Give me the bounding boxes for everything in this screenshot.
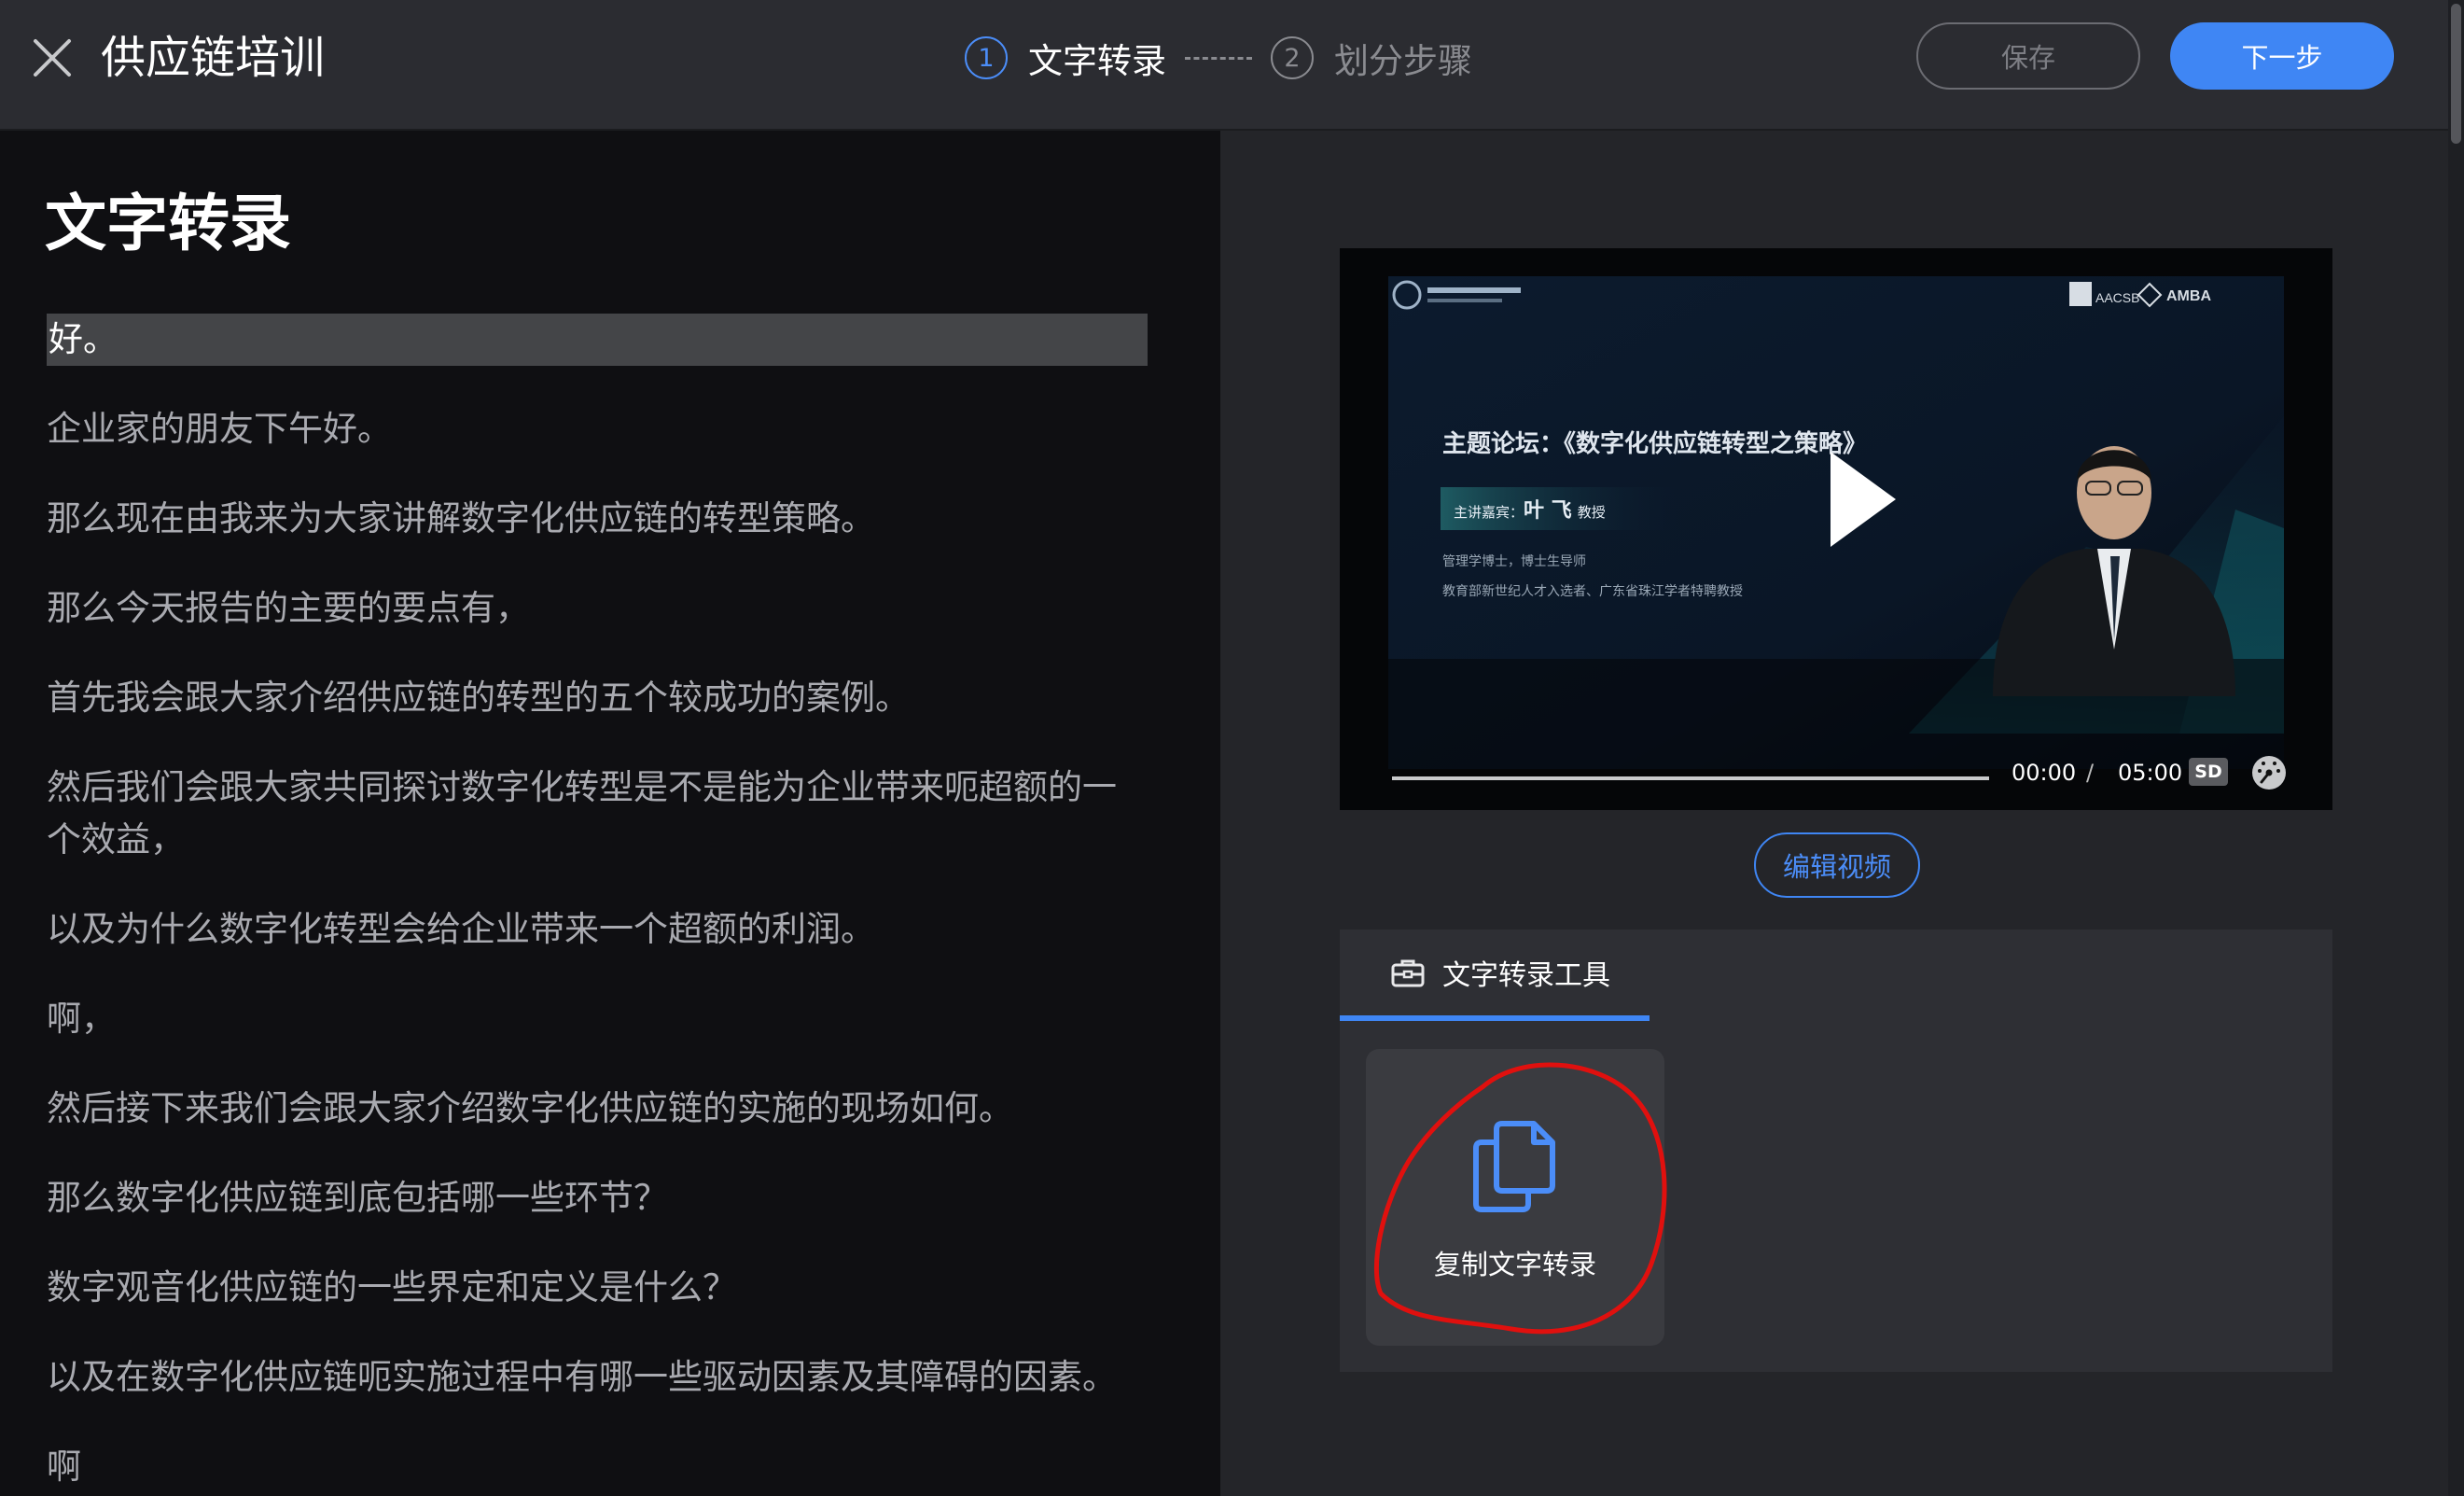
speed-gauge-icon[interactable]	[2250, 754, 2288, 791]
top-bar: 供应链培训 1 文字转录 2 划分步骤 保存 下一步	[0, 0, 2464, 131]
time-separator: /	[2086, 760, 2095, 786]
transcript-line[interactable]: 那么现在由我来为大家讲解数字化供应链的转型策略。	[47, 493, 1148, 545]
video-progress-bar[interactable]	[1392, 776, 1989, 780]
next-step-button[interactable]: 下一步	[2170, 22, 2394, 90]
transcript-list: 好。 企业家的朋友下午好。 那么现在由我来为大家讲解数字化供应链的转型策略。 那…	[47, 314, 1148, 1496]
transcript-line[interactable]: 那么今天报告的主要的要点有，	[47, 582, 1148, 635]
transcript-line[interactable]: 那么数字化供应链到底包括哪一些环节？	[47, 1172, 1148, 1224]
step-connector	[1185, 56, 1252, 60]
step-2-label: 划分步骤	[1334, 41, 1472, 81]
transcript-line[interactable]: 啊，	[47, 993, 1148, 1045]
copy-transcript-button[interactable]: 复制文字转录	[1366, 1049, 1664, 1346]
video-player[interactable]: AACSB AMBA 主题论坛：《数字化供应链转型之策略》 主讲嘉宾：叶 飞教授…	[1340, 248, 2332, 810]
slide-title: 主题论坛：《数字化供应链转型之策略》	[1442, 429, 1867, 458]
quality-button[interactable]: SD	[2189, 758, 2228, 786]
edit-video-button[interactable]: 编辑视频	[1754, 832, 1920, 898]
transcript-panel: 文字转录 好。 企业家的朋友下午好。 那么现在由我来为大家讲解数字化供应链的转型…	[0, 131, 1220, 1496]
aacsb-logo-icon	[2069, 282, 2092, 306]
total-time: 05:00	[2118, 760, 2183, 786]
aacsb-badge-text: AACSB	[2095, 290, 2139, 305]
current-time: 00:00	[2012, 760, 2077, 786]
transcript-line[interactable]: 啊	[47, 1441, 1148, 1493]
transcript-line[interactable]: 以及为什么数字化转型会给企业带来一个超额的利润。	[47, 903, 1148, 956]
speaker-title-1: 管理学博士，博士生导师	[1442, 553, 1586, 569]
page-scrollbar[interactable]	[2448, 0, 2464, 1496]
transcript-line[interactable]: 好。	[47, 314, 1148, 366]
copy-icon	[1473, 1121, 1555, 1212]
tab-label: 文字转录工具	[1442, 959, 1610, 992]
transcript-tools-panel: 文字转录工具 复制文字转录	[1340, 930, 2332, 1372]
amba-badge-text: AMBA	[2166, 288, 2211, 304]
transcript-line[interactable]: 数字观音化供应链的一些界定和定义是什么？	[47, 1262, 1148, 1314]
speaker-title-2: 教育部新世纪人才入选者、广东省珠江学者特聘教授	[1442, 584, 1743, 599]
step-1-label: 文字转录	[1028, 41, 1166, 81]
copy-transcript-label: 复制文字转录	[1433, 1249, 1596, 1280]
play-icon[interactable]	[1825, 448, 1900, 551]
transcript-heading: 文字转录	[45, 188, 291, 259]
save-button[interactable]: 保存	[1916, 22, 2140, 90]
close-icon[interactable]	[28, 34, 77, 82]
transcript-line[interactable]: 以及在数字化供应链呃实施过程中有哪一些驱动因素及其障碍的因素。	[47, 1351, 1148, 1404]
transcript-line[interactable]: 企业家的朋友下午好。	[47, 403, 1148, 455]
transcript-line[interactable]: 然后我们会跟大家共同探讨数字化转型是不是能为企业带来呃超额的一个效益，	[47, 762, 1148, 866]
transcript-line[interactable]: 然后接下来我们会跟大家介绍数字化供应链的实施的现场如何。	[47, 1083, 1148, 1135]
scrollbar-thumb[interactable]	[2451, 4, 2461, 144]
tab-transcript-tools[interactable]: 文字转录工具	[1340, 930, 1650, 1021]
step-2-number: 2	[1271, 36, 1314, 79]
transcript-line[interactable]: 首先我会跟大家介绍供应链的转型的五个较成功的案例。	[47, 672, 1148, 724]
page-title: 供应链培训	[101, 32, 326, 84]
step-1-number: 1	[965, 36, 1008, 79]
step-indicator: 1 文字转录 2 划分步骤	[965, 32, 1472, 84]
toolbox-icon	[1391, 959, 1425, 987]
preview-panel: AACSB AMBA 主题论坛：《数字化供应链转型之策略》 主讲嘉宾：叶 飞教授…	[1220, 131, 2448, 1496]
